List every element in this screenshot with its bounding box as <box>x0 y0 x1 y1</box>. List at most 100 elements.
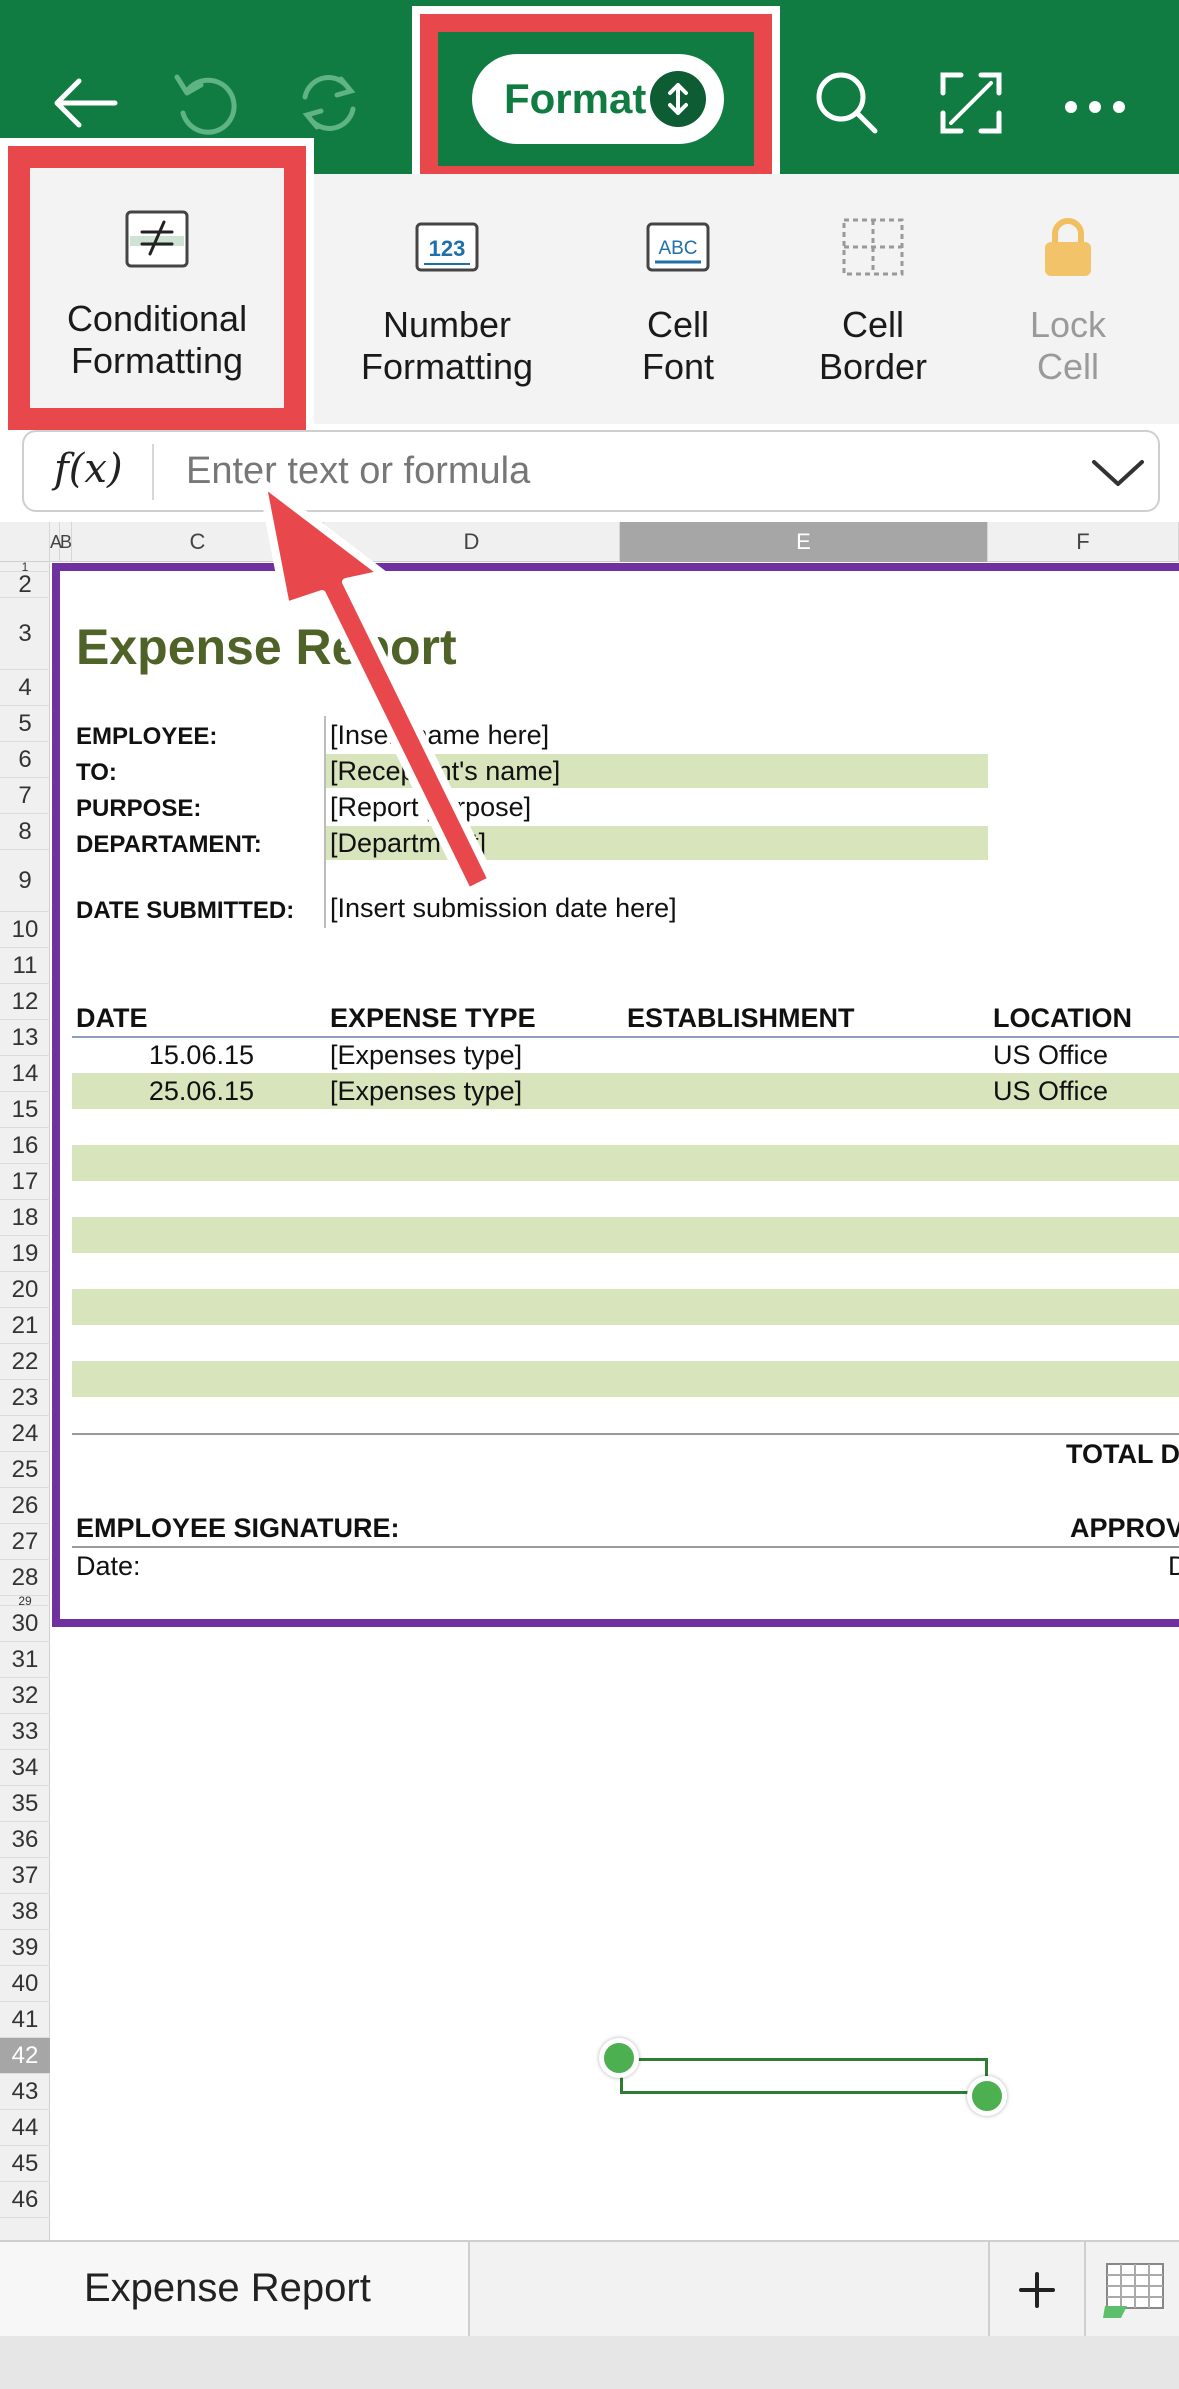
format-button[interactable]: Format <box>472 54 724 144</box>
row-header-2[interactable]: 2 <box>0 572 50 598</box>
row-header-12[interactable]: 12 <box>0 984 50 1020</box>
column-header-d[interactable]: D <box>324 522 620 562</box>
cell-border-button[interactable]: Cell Border <box>773 174 973 424</box>
table-row-2-type[interactable]: [Expenses type] <box>330 1076 522 1107</box>
sheet-view-button[interactable] <box>1084 2242 1179 2338</box>
more-options-icon[interactable] <box>1050 58 1140 148</box>
row-header-25[interactable]: 25 <box>0 1452 50 1488</box>
row-header-18[interactable]: 18 <box>0 1200 50 1236</box>
row-header-39[interactable]: 39 <box>0 1930 50 1966</box>
band-row-20 <box>72 1289 1179 1325</box>
column-header-a[interactable]: A <box>50 522 62 562</box>
row-header-22[interactable]: 22 <box>0 1344 50 1380</box>
row-header-40[interactable]: 40 <box>0 1966 50 2002</box>
column-header-e[interactable]: E <box>620 522 988 562</box>
row-header-38[interactable]: 38 <box>0 1894 50 1930</box>
add-sheet-button[interactable] <box>988 2242 1084 2338</box>
formula-input[interactable]: Enter text or formula <box>186 450 530 493</box>
row-header-10[interactable]: 10 <box>0 912 50 948</box>
department-label[interactable]: DEPARTAMENT: <box>76 831 262 859</box>
corner-cell[interactable] <box>0 522 50 562</box>
function-icon[interactable]: f(x) <box>54 446 123 492</box>
date-submitted-label[interactable]: DATE SUBMITTED: <box>76 897 294 925</box>
table-header-date[interactable]: DATE <box>76 1003 148 1034</box>
column-header-f[interactable]: F <box>988 522 1179 562</box>
table-row-2-location[interactable]: US Office <box>993 1076 1108 1107</box>
employee-value[interactable]: [Insert name here] <box>330 720 549 751</box>
employee-label[interactable]: EMPLOYEE: <box>76 723 217 751</box>
row-header-20[interactable]: 20 <box>0 1272 50 1308</box>
row-header-29[interactable]: 29 <box>0 1595 50 1607</box>
row-header-13[interactable]: 13 <box>0 1020 50 1056</box>
row-header-11[interactable]: 11 <box>0 948 50 984</box>
table-row-1-date[interactable]: 15.06.15 <box>72 1040 254 1071</box>
purpose-value[interactable]: [Report purpose] <box>330 792 531 823</box>
row-header-35[interactable]: 35 <box>0 1786 50 1822</box>
row-header-37[interactable]: 37 <box>0 1858 50 1894</box>
table-row-1-location[interactable]: US Office <box>993 1040 1108 1071</box>
to-label[interactable]: TO: <box>76 759 117 787</box>
fullscreen-icon[interactable] <box>926 58 1016 148</box>
row-header-44[interactable]: 44 <box>0 2110 50 2146</box>
row-header-33[interactable]: 33 <box>0 1714 50 1750</box>
row-header-46[interactable]: 46 <box>0 2182 50 2218</box>
date-label-right[interactable]: D <box>1168 1551 1179 1582</box>
row-header-41[interactable]: 41 <box>0 2002 50 2038</box>
row-header-4[interactable]: 4 <box>0 670 50 706</box>
sheet-tab-expense-report[interactable]: Expense Report <box>0 2242 470 2338</box>
row-header-14[interactable]: 14 <box>0 1056 50 1092</box>
row-header-45[interactable]: 45 <box>0 2146 50 2182</box>
back-arrow-icon[interactable] <box>40 58 130 148</box>
row-header-36[interactable]: 36 <box>0 1822 50 1858</box>
row-header-30[interactable]: 30 <box>0 1606 50 1642</box>
row-header-17[interactable]: 17 <box>0 1164 50 1200</box>
row-header-43[interactable]: 43 <box>0 2074 50 2110</box>
row-header-15[interactable]: 15 <box>0 1092 50 1128</box>
number-formatting-button[interactable]: 123 Number Formatting <box>347 174 547 424</box>
row-header-23[interactable]: 23 <box>0 1380 50 1416</box>
row-header-5[interactable]: 5 <box>0 706 50 742</box>
column-header-b[interactable]: B <box>60 522 72 562</box>
sheet-title[interactable]: Expense Report <box>76 618 457 676</box>
undo-icon[interactable] <box>160 58 250 148</box>
row-header-7[interactable]: 7 <box>0 778 50 814</box>
date-label[interactable]: Date: <box>76 1551 141 1582</box>
selection-handle-start[interactable] <box>599 2038 639 2078</box>
column-header-c[interactable]: C <box>72 522 324 562</box>
row-header-3[interactable]: 3 <box>0 598 50 670</box>
approval-label[interactable]: APPROV <box>1070 1513 1179 1544</box>
row-header-21[interactable]: 21 <box>0 1308 50 1344</box>
row-header-19[interactable]: 19 <box>0 1236 50 1272</box>
to-value[interactable]: [Recepient's name] <box>330 756 560 787</box>
row-header-27[interactable]: 27 <box>0 1524 50 1560</box>
row-header-42[interactable]: 42 <box>0 2038 50 2074</box>
cell-font-button[interactable]: ABC Cell Font <box>578 174 778 424</box>
redo-icon[interactable] <box>284 58 374 148</box>
cell-selection[interactable] <box>620 2058 988 2094</box>
table-row-1-type[interactable]: [Expenses type] <box>330 1040 522 1071</box>
total-label[interactable]: TOTAL D <box>1066 1439 1179 1470</box>
conditional-formatting-button[interactable]: Conditional Formatting <box>30 168 284 408</box>
row-header-6[interactable]: 6 <box>0 742 50 778</box>
table-header-location[interactable]: LOCATION <box>993 1003 1132 1034</box>
row-header-8[interactable]: 8 <box>0 814 50 850</box>
purpose-label[interactable]: PURPOSE: <box>76 795 201 823</box>
row-header-34[interactable]: 34 <box>0 1750 50 1786</box>
row-header-16[interactable]: 16 <box>0 1128 50 1164</box>
search-icon[interactable] <box>802 58 892 148</box>
department-value[interactable]: [Department] <box>330 828 486 859</box>
table-header-expense-type[interactable]: EXPENSE TYPE <box>330 1003 536 1034</box>
selection-handle-end[interactable] <box>967 2076 1007 2116</box>
row-header-24[interactable]: 24 <box>0 1416 50 1452</box>
table-header-establishment[interactable]: ESTABLISHMENT <box>627 1003 855 1034</box>
date-submitted-value[interactable]: [Insert submission date here] <box>330 893 677 924</box>
chevron-down-icon[interactable] <box>1090 448 1146 498</box>
employee-signature-label[interactable]: EMPLOYEE SIGNATURE: <box>76 1513 400 1544</box>
row-header-28[interactable]: 28 <box>0 1560 50 1596</box>
row-header-31[interactable]: 31 <box>0 1642 50 1678</box>
lock-cell-button[interactable]: Lock Cell <box>968 174 1168 424</box>
row-header-26[interactable]: 26 <box>0 1488 50 1524</box>
row-header-32[interactable]: 32 <box>0 1678 50 1714</box>
table-row-2-date[interactable]: 25.06.15 <box>72 1076 254 1107</box>
row-header-9[interactable]: 9 <box>0 850 50 912</box>
